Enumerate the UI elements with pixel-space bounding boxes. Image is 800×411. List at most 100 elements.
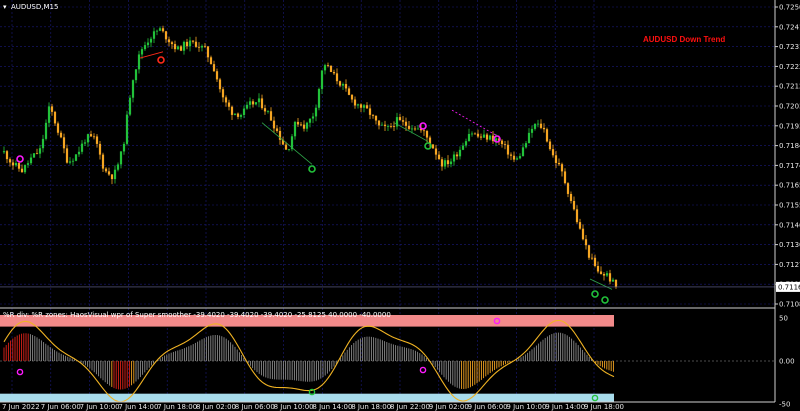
chart-symbol-title: AUDUSD,M15 (11, 3, 58, 11)
candle-body (530, 128, 534, 133)
candle-body (221, 89, 225, 98)
candle-body (35, 153, 39, 155)
candle-body (401, 120, 405, 122)
candle-body (347, 88, 351, 95)
candle-body (362, 105, 366, 108)
candle-body (542, 127, 546, 130)
time-tick-label: 8 Jun 14:00 (312, 403, 352, 411)
candle-body (398, 117, 402, 121)
candle-body (116, 164, 120, 170)
candle-body (518, 156, 522, 159)
candle-body (287, 149, 291, 150)
candle-body (446, 160, 450, 165)
candle-body (464, 141, 468, 146)
candle-body (431, 144, 435, 149)
candle-body (335, 73, 339, 82)
candle-body (143, 45, 147, 50)
candle-body (74, 154, 78, 161)
candle-body (587, 245, 591, 258)
candle-body (479, 136, 483, 138)
candle-body (353, 99, 357, 106)
candle-body (437, 154, 441, 160)
time-tick-label: 8 Jun 02:00 (196, 403, 236, 411)
candle-body (389, 125, 393, 127)
candle-body (581, 228, 585, 240)
candle-body (263, 108, 267, 112)
candle-body (590, 257, 594, 259)
time-tick-label: 7 Jun 06:00 (41, 403, 81, 411)
candle-body (308, 118, 312, 123)
candle-body (539, 123, 543, 128)
candle-body (194, 41, 198, 47)
candle-body (359, 104, 363, 108)
candle-body (611, 279, 615, 282)
candle-body (374, 115, 378, 121)
candle-body (320, 70, 324, 89)
candle-body (467, 133, 471, 142)
current-price-label: 0.71162 (778, 283, 800, 291)
price-tick-label: 0.71270 (779, 261, 800, 269)
candle-body (185, 41, 189, 47)
time-axis: 7 Jun 2022 7 Jun 06:007 Jun 10:007 Jun 14… (2, 403, 624, 411)
candle-body (407, 125, 411, 129)
symbol-menu-icon[interactable]: ▾ (3, 3, 7, 11)
candle-body (122, 143, 126, 152)
candle-body (224, 97, 228, 103)
candle-body (47, 106, 51, 123)
candle-body (62, 137, 66, 149)
candle-body (416, 128, 420, 130)
candle-body (605, 273, 609, 276)
candle-body (506, 144, 510, 155)
candle-body (155, 30, 159, 32)
candle-body (83, 142, 87, 144)
candle-body (77, 151, 81, 155)
price-tick-label: 0.71555 (779, 202, 800, 210)
candle-body (578, 222, 582, 229)
candle-body (38, 148, 42, 154)
candle-body (251, 101, 255, 105)
time-tick-label: 8 Jun 06:00 (235, 403, 275, 411)
price-tick-label: 0.71745 (779, 162, 800, 170)
candle-body (503, 144, 507, 145)
candle-body (176, 46, 180, 50)
candle-body (257, 98, 261, 103)
candle-body (329, 65, 333, 73)
trading-chart[interactable]: 0.72505 0.72410 0.72315 0.72220 0.72125 0.720… (0, 0, 800, 411)
candle-body (536, 123, 540, 125)
candle-body (305, 122, 309, 129)
candle-body (26, 163, 30, 165)
candle-body (218, 79, 222, 90)
candle-body (338, 81, 342, 86)
candle-body (248, 101, 252, 105)
candle-body (584, 239, 588, 246)
candle-body (296, 121, 300, 125)
candle-body (557, 162, 561, 165)
candle-body (404, 121, 408, 126)
time-tick-label: 8 Jun 22:00 (390, 403, 430, 411)
candle-body (191, 40, 195, 42)
candle-body (383, 124, 387, 127)
candle-body (473, 133, 477, 135)
candle-body (152, 31, 156, 39)
candle-body (314, 107, 318, 117)
candle-body (272, 120, 276, 129)
candle-body (107, 171, 111, 175)
candle-body (302, 124, 306, 129)
candle-body (527, 132, 531, 144)
price-tick-label: 0.71365 (779, 241, 800, 249)
candle-body (14, 163, 18, 166)
time-tick-label: 9 Jun 14:00 (545, 403, 585, 411)
candle-body (20, 168, 24, 173)
candle-body (284, 144, 288, 150)
indicator-tick-label: 50 (779, 315, 788, 323)
time-tick-label: 7 Jun 10:00 (80, 403, 120, 411)
candle-body (377, 120, 381, 126)
candle-body (386, 125, 390, 127)
candle-body (50, 106, 54, 112)
candle-body (170, 42, 174, 45)
candle-body (44, 122, 48, 139)
candle-body (476, 133, 480, 137)
candle-body (371, 114, 375, 116)
candle-body (569, 193, 573, 201)
candle-body (599, 271, 603, 275)
